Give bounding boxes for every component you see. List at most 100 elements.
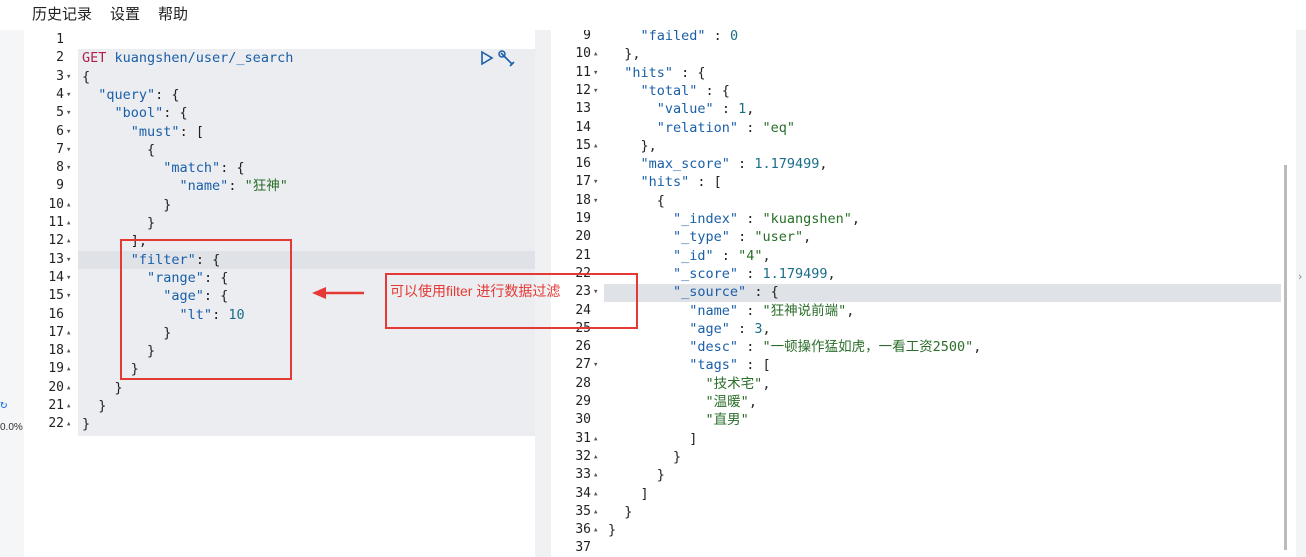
wrench-icon[interactable] (498, 50, 516, 68)
code-token: "name" (179, 178, 229, 195)
fold-collapse-icon[interactable]: ▾ (66, 141, 71, 159)
fold-collapse-icon[interactable]: ▾ (66, 159, 71, 177)
response-scrollbar[interactable] (1284, 165, 1287, 550)
fold-expand-icon[interactable]: ▴ (593, 485, 598, 503)
code-token: : { (746, 284, 779, 301)
code-token: : { (155, 86, 180, 103)
code-line: } (82, 415, 90, 433)
zoom-percent: 0.0% (0, 422, 23, 433)
code-token: : (729, 156, 755, 173)
line-number: 37 (575, 540, 591, 556)
line-number: 7 (56, 141, 64, 157)
fold-expand-icon[interactable]: ▴ (593, 521, 598, 539)
refresh-icon[interactable]: ↻ (0, 397, 7, 411)
code-token: , (827, 265, 836, 282)
response-viewer[interactable]: 9 10 ▴ 11 ▾ 12 ▾ 13 14 15 ▴ 16 17 ▾ 18 ▾ 19 20 21 22 23 ▾ 24 25… (551, 30, 1296, 557)
line-number: 10 (48, 196, 64, 212)
menu-settings[interactable]: 设置 (110, 3, 140, 24)
fold-expand-icon[interactable]: ▴ (66, 232, 71, 250)
code-token: "狂神" (244, 178, 288, 195)
code-line: "total" : { (608, 82, 730, 100)
code-token: : (705, 30, 730, 44)
fold-collapse-icon[interactable]: ▾ (66, 269, 71, 287)
code-line: }, (608, 45, 641, 63)
fold-expand-icon[interactable]: ▴ (593, 430, 598, 448)
code-token: : [ (738, 357, 771, 374)
code-token: : (738, 302, 763, 319)
line-number: 6 (56, 123, 64, 139)
code-token: , (819, 156, 828, 173)
fold-expand-icon[interactable]: ▴ (66, 196, 71, 214)
code-token: 1.179499 (762, 265, 828, 282)
fold-collapse-icon[interactable]: ▾ (593, 192, 598, 210)
line-number: 34 (575, 485, 591, 501)
fold-expand-icon[interactable]: ▴ (66, 397, 71, 415)
fold-collapse-icon[interactable]: ▾ (66, 251, 71, 269)
code-line: "tags" : [ (608, 356, 771, 374)
play-icon[interactable] (480, 50, 494, 66)
menu-history[interactable]: 历史记录 (32, 3, 92, 24)
fold-expand-icon[interactable]: ▴ (66, 214, 71, 232)
code-token: "_source" (673, 284, 747, 301)
code-line: } (82, 397, 106, 415)
fold-collapse-icon[interactable]: ▾ (593, 173, 598, 191)
code-line: "直男" (608, 411, 749, 429)
fold-collapse-icon[interactable]: ▾ (593, 64, 598, 82)
code-token: "kuangshen" (762, 211, 852, 227)
line-number: 15 (575, 137, 591, 153)
fold-expand-icon[interactable]: ▴ (66, 360, 71, 378)
fold-expand-icon[interactable]: ▴ (593, 466, 598, 484)
code-token: "failed" (640, 30, 706, 44)
fold-expand-icon[interactable]: ▴ (593, 137, 598, 155)
fold-expand-icon[interactable]: ▴ (66, 379, 71, 397)
fold-expand-icon[interactable]: ▴ (66, 324, 71, 342)
line-number: 20 (575, 229, 591, 245)
line-number: 27 (575, 357, 591, 373)
code-line: "max_score" : 1.179499, (608, 155, 828, 173)
code-line: "hits" : [ (608, 173, 722, 191)
fold-collapse-icon[interactable]: ▾ (593, 82, 598, 100)
code-token: "hits" (624, 64, 674, 81)
line-number: 21 (48, 398, 64, 413)
code-token: }, (608, 46, 641, 63)
code-token: , (846, 302, 855, 319)
line-number: 9 (583, 30, 591, 43)
code-line: ] (608, 485, 649, 503)
code-line: "温暖", (608, 393, 757, 411)
fold-collapse-icon[interactable]: ▾ (66, 287, 71, 305)
code-token: } (82, 379, 123, 396)
fold-expand-icon[interactable]: ▴ (66, 415, 71, 433)
code-line: } (608, 448, 681, 466)
code-line: "name": "狂神" (82, 177, 288, 195)
resize-handle-icon[interactable]: › (1298, 270, 1302, 283)
request-gutter: 1 2 3 ▾ 4 ▾ 5 ▾ 6 ▾ 7 ▾ 8 ▾ 9 10 ▴ 11 ▴ 12 ▴ 13 ▾ 14 ▾ 15 ▾ 16 17 ▴ 18… (24, 30, 78, 557)
line-number: 26 (575, 339, 591, 355)
code-token: , (748, 394, 757, 410)
code-line: "relation" : "eq" (608, 119, 795, 137)
code-line: }, (608, 137, 657, 155)
fold-collapse-icon[interactable]: ▾ (66, 123, 71, 141)
code-token: } (82, 398, 107, 414)
code-line: "match": { (82, 159, 244, 177)
fold-collapse-icon[interactable]: ▾ (66, 86, 71, 104)
fold-expand-icon[interactable]: ▴ (593, 503, 598, 521)
code-token: 1 (738, 101, 747, 118)
fold-collapse-icon[interactable]: ▾ (593, 356, 598, 374)
fold-expand-icon[interactable]: ▴ (593, 45, 598, 63)
code-token: "一顿操作猛如虎，一看工资2500" (762, 339, 974, 356)
code-token: "name" (689, 302, 739, 319)
fold-collapse-icon[interactable]: ▾ (66, 68, 71, 86)
menu-help[interactable]: 帮助 (158, 3, 188, 24)
code-line: "_score" : 1.179499, (608, 265, 836, 283)
fold-collapse-icon[interactable]: ▾ (66, 104, 71, 122)
code-token: } (608, 467, 665, 484)
fold-expand-icon[interactable]: ▴ (66, 342, 71, 360)
fold-expand-icon[interactable]: ▴ (593, 448, 598, 466)
code-line: "hits" : { (608, 64, 705, 82)
code-token: "狂神说前端" (762, 302, 847, 319)
line-number: 3 (56, 68, 64, 84)
code-line: { (82, 141, 155, 159)
